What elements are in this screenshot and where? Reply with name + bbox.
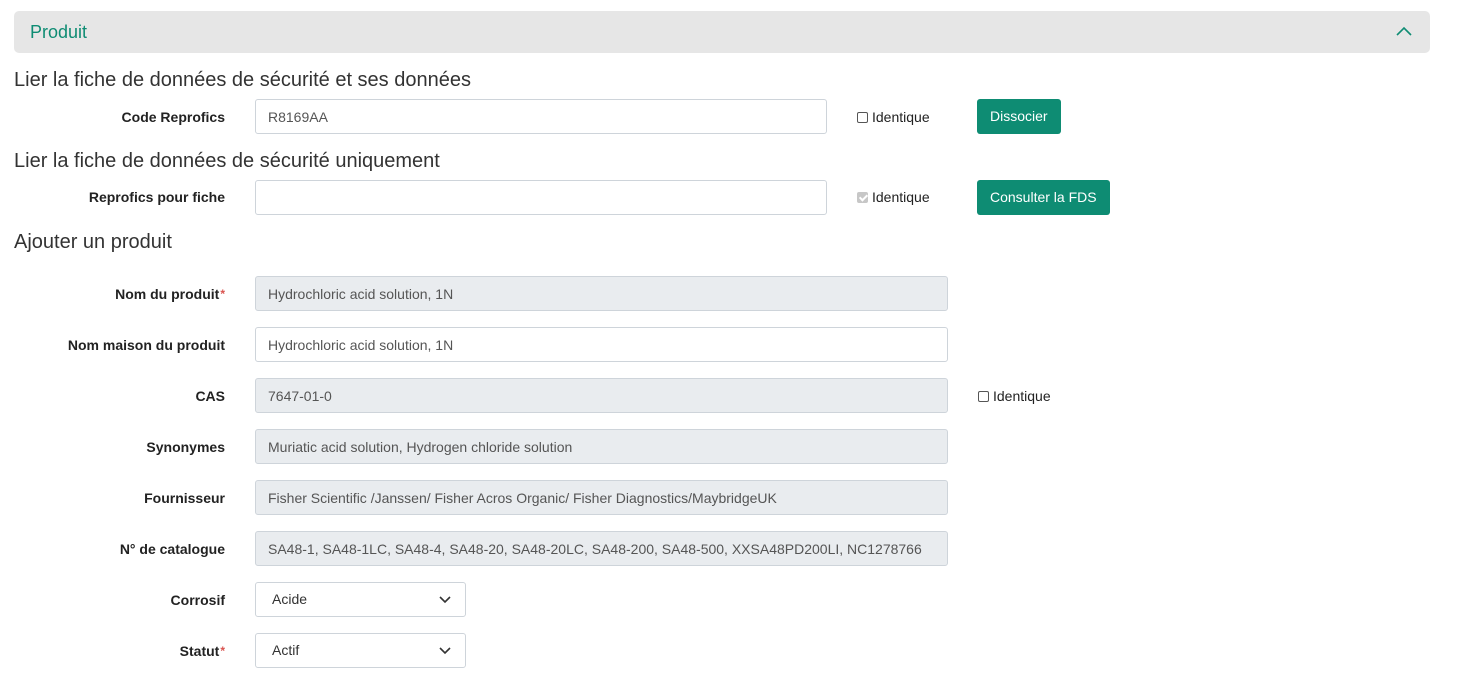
catalogue-label: N° de catalogue bbox=[119, 541, 225, 557]
identique-label: Identique bbox=[993, 388, 1051, 404]
required-mark: * bbox=[220, 644, 225, 658]
panel-title: Produit bbox=[30, 22, 88, 42]
nom-maison-label: Nom maison du produit bbox=[67, 337, 225, 353]
required-mark: * bbox=[220, 287, 225, 301]
section-title-link-sheet-data: Lier la fiche de données de sécurité et … bbox=[14, 69, 471, 91]
nom-produit-label: Nom du produit* bbox=[115, 284, 225, 304]
cas-input[interactable] bbox=[255, 378, 948, 413]
checkbox-box-checked[interactable] bbox=[857, 191, 868, 203]
statut-select[interactable]: Actif bbox=[255, 633, 466, 668]
code-reprofics-input[interactable] bbox=[255, 99, 827, 134]
identique-cas-checkbox[interactable]: Identique bbox=[978, 386, 1051, 406]
corrosif-selected-value: Acide bbox=[272, 591, 308, 607]
section-title-add-product: Ajouter un produit bbox=[14, 231, 172, 253]
identique-label: Identique bbox=[872, 109, 930, 125]
statut-label-text: Statut bbox=[179, 643, 220, 659]
catalogue-input[interactable] bbox=[255, 531, 948, 566]
panel-header-produit[interactable]: Produit bbox=[14, 11, 1430, 53]
section-title-link-sheet-only: Lier la fiche de données de sécurité uni… bbox=[14, 150, 440, 172]
nom-maison-input[interactable] bbox=[255, 327, 948, 362]
chevron-down-icon bbox=[439, 596, 451, 604]
reprofics-fiche-label: Reprofics pour fiche bbox=[88, 189, 225, 205]
cas-label: CAS bbox=[195, 388, 225, 404]
identique-label: Identique bbox=[872, 189, 930, 205]
reprofics-fiche-input[interactable] bbox=[255, 180, 827, 215]
synonymes-label: Synonymes bbox=[146, 439, 225, 455]
corrosif-select[interactable]: Acide bbox=[255, 582, 466, 617]
fournisseur-input[interactable] bbox=[255, 480, 948, 515]
statut-label: Statut* bbox=[180, 641, 225, 661]
dissocier-button[interactable]: Dissocier bbox=[977, 99, 1061, 134]
nom-produit-input[interactable] bbox=[255, 276, 948, 311]
corrosif-label: Corrosif bbox=[170, 592, 225, 608]
chevron-down-icon bbox=[439, 647, 451, 655]
consulter-fds-button[interactable]: Consulter la FDS bbox=[977, 180, 1110, 215]
nom-produit-label-text: Nom du produit bbox=[115, 286, 220, 302]
code-reprofics-label: Code Reprofics bbox=[121, 109, 225, 125]
chevron-up-icon[interactable] bbox=[1396, 25, 1412, 37]
statut-selected-value: Actif bbox=[272, 642, 300, 658]
checkbox-box[interactable] bbox=[857, 111, 868, 123]
identique-fiche-checkbox[interactable]: Identique bbox=[857, 187, 930, 207]
synonymes-input[interactable] bbox=[255, 429, 948, 464]
identique-code-checkbox[interactable]: Identique bbox=[857, 107, 930, 127]
checkbox-box[interactable] bbox=[978, 390, 989, 402]
fournisseur-label: Fournisseur bbox=[144, 490, 225, 506]
